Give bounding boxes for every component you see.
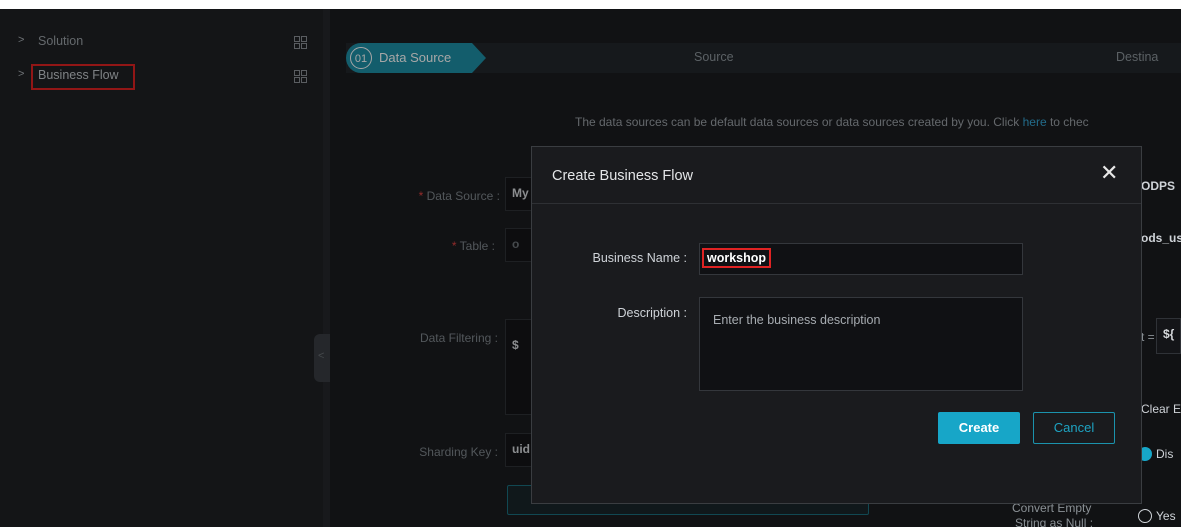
business-name-value: workshop [702, 248, 772, 268]
table-destination-text: ods_us [1141, 231, 1181, 245]
description-label: Description : [617, 306, 687, 320]
create-button[interactable]: Create [938, 412, 1020, 444]
partition-label: t = [1141, 330, 1155, 344]
app-window: > Solution > Business Flow < 01 Data Sou… [0, 9, 1181, 527]
clear-text[interactable]: Clear E [1141, 402, 1181, 416]
dialog-header: Create Business Flow ✕ [532, 147, 1141, 204]
description-placeholder: Enter the business description [713, 313, 881, 327]
radio-label-disable: Dis [1156, 447, 1174, 461]
description-textarea[interactable]: Enter the business description [699, 297, 1023, 391]
string-as-null-label: String as Null : [1015, 516, 1094, 527]
business-name-input[interactable]: workshop [699, 243, 1023, 275]
business-name-label: Business Name : [592, 251, 687, 265]
radio-label-yes: Yes [1156, 509, 1176, 523]
cancel-button[interactable]: Cancel [1033, 412, 1115, 444]
partition-input[interactable]: ${ [1156, 318, 1181, 354]
dialog-title: Create Business Flow [552, 168, 694, 184]
radio-unselected-icon[interactable] [1138, 509, 1152, 523]
odps-text: ODPS [1141, 179, 1176, 193]
close-icon[interactable]: ✕ [1100, 161, 1118, 185]
create-business-flow-dialog: Create Business Flow ✕ Business Name : w… [531, 146, 1142, 504]
